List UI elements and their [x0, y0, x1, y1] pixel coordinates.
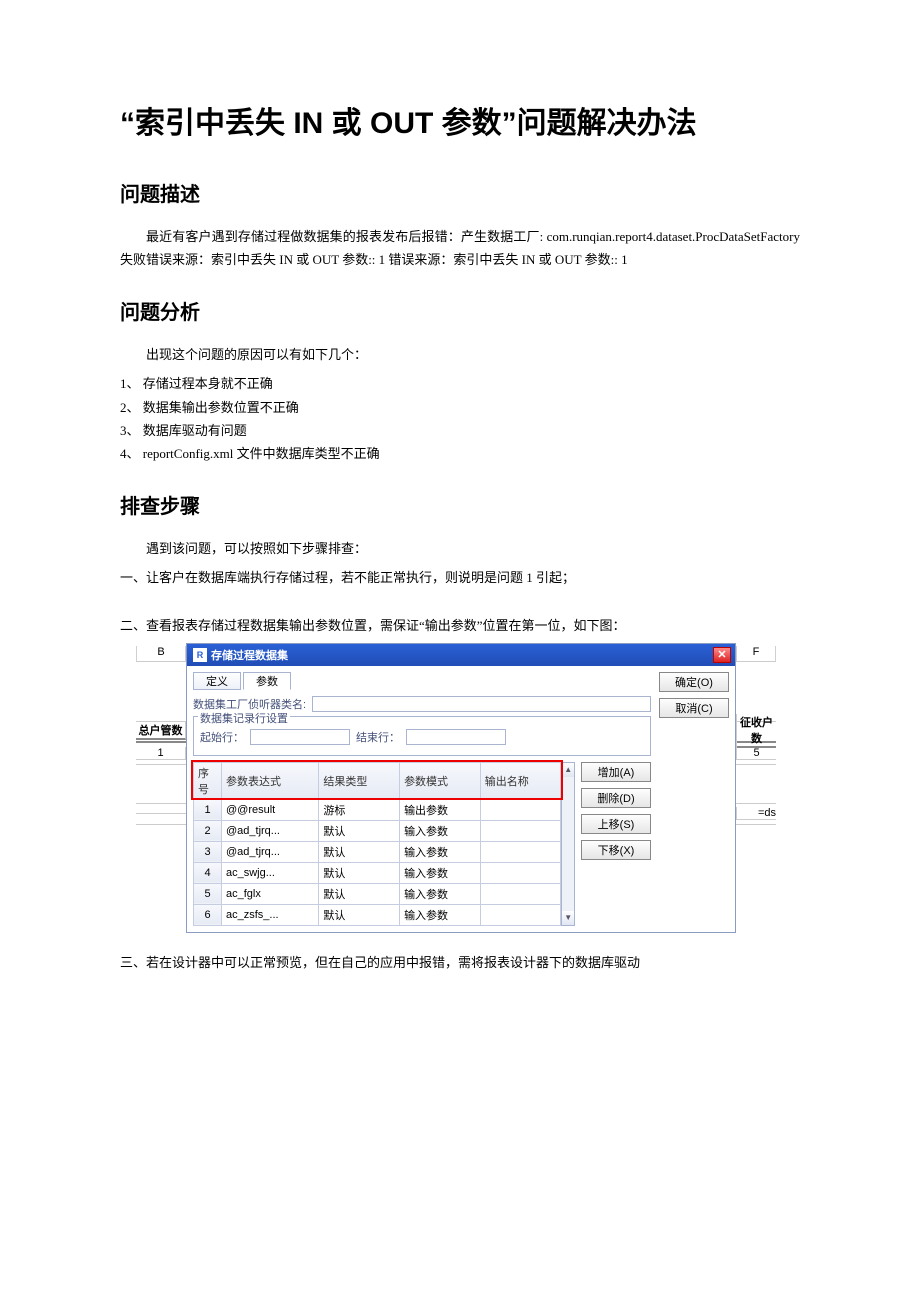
grid-cell-out[interactable] [480, 841, 561, 862]
section-analysis-heading: 问题分析 [120, 296, 800, 325]
table-row[interactable]: 2@ad_tjrq...默认输入参数 [194, 820, 561, 841]
grid-cell-out[interactable] [480, 820, 561, 841]
sheet-col-header-f: F [736, 646, 776, 662]
grid-cell-rtype[interactable]: 默认 [319, 883, 400, 904]
screenshot-container: B F 总户管数 征收户数 1 5 =ds R 存储过程数据集 ✕ 定义 [136, 643, 776, 933]
grid-cell-expr[interactable]: @ad_tjrq... [222, 820, 319, 841]
grid-cell-mode[interactable]: 输入参数 [400, 820, 481, 841]
table-row[interactable]: 6ac_zsfs_...默认输入参数 [194, 904, 561, 925]
grid-cell-out[interactable] [480, 799, 561, 820]
grid-cell-mode[interactable]: 输入参数 [400, 841, 481, 862]
grid-cell-out[interactable] [480, 883, 561, 904]
sheet-col-header-b: B [136, 646, 186, 662]
section-steps-heading: 排查步骤 [120, 490, 800, 519]
grid-cell-expr[interactable]: ac_zsfs_... [222, 904, 319, 925]
step-2: 二、查看报表存储过程数据集输出参数位置，需保证“输出参数”位置在第一位，如下图： [120, 614, 800, 637]
scroll-up-icon[interactable]: ▲ [562, 763, 574, 777]
grid-rownum: 6 [194, 904, 222, 925]
rowset-legend: 数据集记录行设置 [198, 710, 290, 726]
steps-intro: 遇到该问题，可以按照如下步骤排查： [120, 537, 800, 560]
tab-definition[interactable]: 定义 [193, 672, 241, 690]
sheet-left-header: 总户管数 [136, 722, 186, 740]
grid-cell-rtype[interactable]: 默认 [319, 841, 400, 862]
sheet-right-header: 征收户数 [736, 714, 776, 748]
grid-rownum: 1 [194, 799, 222, 820]
analysis-item: 2、 数据集输出参数位置不正确 [120, 396, 800, 419]
grid-cell-expr[interactable]: @@result [222, 799, 319, 820]
listener-input[interactable] [312, 696, 651, 712]
sheet-left-empty [136, 813, 186, 814]
grid-cell-rtype[interactable]: 默认 [319, 904, 400, 925]
sheet-right-formula: =ds [736, 807, 776, 820]
move-up-button[interactable]: 上移(S) [581, 814, 651, 834]
grid-rownum: 4 [194, 862, 222, 883]
grid-header-outname[interactable]: 输出名称 [480, 762, 561, 799]
app-icon: R [193, 648, 207, 662]
sheet-left-value: 1 [136, 747, 186, 760]
scroll-down-icon[interactable]: ▼ [562, 911, 574, 925]
grid-cell-out[interactable] [480, 862, 561, 883]
grid-rownum: 2 [194, 820, 222, 841]
end-row-input[interactable] [406, 729, 506, 745]
grid-cell-mode[interactable]: 输出参数 [400, 799, 481, 820]
tab-params[interactable]: 参数 [243, 672, 291, 690]
grid-scrollbar[interactable]: ▲ ▼ [561, 762, 575, 926]
grid-header-rtype[interactable]: 结果类型 [319, 762, 400, 799]
grid-cell-expr[interactable]: ac_fglx [222, 883, 319, 904]
params-grid[interactable]: 序号 参数表达式 结果类型 参数模式 输出名称 1@@result游标输出参数2… [193, 762, 561, 926]
grid-rownum: 3 [194, 841, 222, 862]
grid-header-expr[interactable]: 参数表达式 [222, 762, 319, 799]
table-row[interactable]: 5ac_fglx默认输入参数 [194, 883, 561, 904]
step-1: 一、让客户在数据库端执行存储过程，若不能正常执行，则说明是问题 1 引起； [120, 566, 800, 589]
analysis-item: 1、 存储过程本身就不正确 [120, 372, 800, 395]
ok-button[interactable]: 确定(O) [659, 672, 729, 692]
table-row[interactable]: 4ac_swjg...默认输入参数 [194, 862, 561, 883]
analysis-item: 3、 数据库驱动有问题 [120, 419, 800, 442]
dialog-title-text: 存储过程数据集 [211, 647, 288, 663]
grid-cell-rtype[interactable]: 默认 [319, 862, 400, 883]
end-row-label: 结束行： [356, 729, 400, 745]
desc-paragraph: 最近有客户遇到存储过程做数据集的报表发布后报错：产生数据工厂: com.runq… [120, 225, 800, 272]
section-desc-heading: 问题描述 [120, 178, 800, 207]
close-icon[interactable]: ✕ [713, 647, 731, 663]
move-down-button[interactable]: 下移(X) [581, 840, 651, 860]
add-button[interactable]: 增加(A) [581, 762, 651, 782]
grid-cell-rtype[interactable]: 游标 [319, 799, 400, 820]
grid-header-seq[interactable]: 序号 [194, 762, 222, 799]
analysis-item: 4、 reportConfig.xml 文件中数据库类型不正确 [120, 442, 800, 465]
grid-rownum: 5 [194, 883, 222, 904]
grid-cell-expr[interactable]: ac_swjg... [222, 862, 319, 883]
cancel-button[interactable]: 取消(C) [659, 698, 729, 718]
start-row-label: 起始行： [200, 729, 244, 745]
sheet-right-value: 5 [736, 747, 776, 760]
grid-cell-mode[interactable]: 输入参数 [400, 862, 481, 883]
table-row[interactable]: 1@@result游标输出参数 [194, 799, 561, 820]
analysis-intro: 出现这个问题的原因可以有如下几个： [120, 343, 800, 366]
table-row[interactable]: 3@ad_tjrq...默认输入参数 [194, 841, 561, 862]
rowset-fieldset: 数据集记录行设置 起始行： 结束行： [193, 716, 651, 756]
grid-cell-rtype[interactable]: 默认 [319, 820, 400, 841]
grid-cell-mode[interactable]: 输入参数 [400, 904, 481, 925]
grid-header-mode[interactable]: 参数模式 [400, 762, 481, 799]
doc-title: “索引中丢失 IN 或 OUT 参数”问题解决办法 [120, 100, 800, 148]
grid-cell-expr[interactable]: @ad_tjrq... [222, 841, 319, 862]
grid-cell-mode[interactable]: 输入参数 [400, 883, 481, 904]
step-3: 三、若在设计器中可以正常预览，但在自己的应用中报错，需将报表设计器下的数据库驱动 [120, 951, 800, 974]
delete-button[interactable]: 删除(D) [581, 788, 651, 808]
tab-strip: 定义 参数 [193, 672, 651, 690]
dialog-window: R 存储过程数据集 ✕ 定义 参数 数据集工厂侦听器类名: 数据集记录行设置 起… [186, 643, 736, 933]
start-row-input[interactable] [250, 729, 350, 745]
dialog-titlebar[interactable]: R 存储过程数据集 ✕ [187, 644, 735, 666]
grid-cell-out[interactable] [480, 904, 561, 925]
